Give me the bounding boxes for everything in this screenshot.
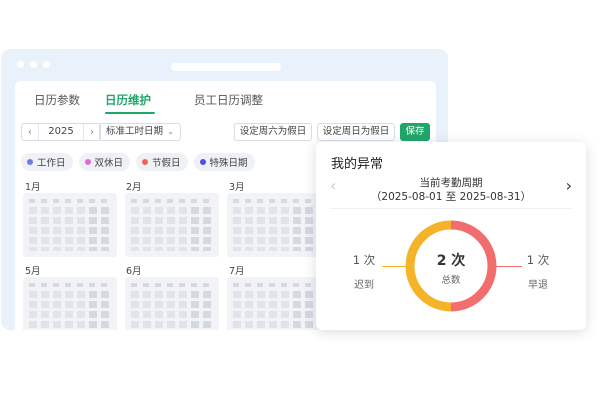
window-dot[interactable] [30, 61, 37, 68]
window-controls [17, 61, 50, 68]
window-dot[interactable] [43, 61, 50, 68]
legend-label: 特殊日期 [209, 158, 248, 169]
set-saturday-holiday-button[interactable]: 设定周六为假日 [234, 123, 312, 141]
save-button[interactable]: 保存 [400, 123, 430, 141]
chevron-down-icon: ⌄ [167, 127, 174, 136]
early-leave-count: 1 次 [526, 253, 550, 267]
day-type-legend: 工作日 双休日 节假日 特殊日期 [21, 153, 255, 171]
period-range: （2025-08-01 至 2025-08-31） [370, 191, 532, 203]
tab-employee-calendar[interactable]: 员工日历调整 [194, 92, 263, 108]
month-calendar-jul[interactable] [227, 277, 321, 330]
legend-dot [84, 159, 91, 165]
month-label-jul: 7月 [229, 266, 245, 277]
legend-special-date: 特殊日期 [193, 153, 255, 171]
month-calendar-mar[interactable] [227, 193, 321, 257]
chevron-right-icon[interactable]: › [84, 127, 100, 138]
month-calendar-may[interactable] [23, 277, 117, 330]
legend-dot [142, 159, 149, 165]
legend-label: 工作日 [37, 158, 66, 169]
legend-workday: 工作日 [21, 153, 73, 171]
my-abnormal-card: 我的异常 ‹ › 当前考勤周期 （2025-08-01 至 2025-08-31… [316, 142, 586, 330]
legend-dot [27, 159, 33, 165]
month-label-jun: 6月 [126, 266, 142, 277]
card-title: 我的异常 [331, 157, 384, 172]
late-stat: 1 次 迟到 [344, 252, 384, 291]
month-calendar-jan[interactable] [23, 193, 117, 257]
year-value[interactable]: 2025 [38, 124, 84, 140]
late-count: 1 次 [352, 253, 376, 267]
address-bar [171, 63, 281, 71]
month-label-mar: 3月 [229, 182, 245, 193]
early-leave-connector [496, 266, 522, 267]
legend-label: 节假日 [152, 158, 181, 169]
month-calendar-feb[interactable] [125, 193, 219, 257]
legend-dot [199, 159, 206, 165]
period-title: 当前考勤周期 [419, 177, 483, 189]
year-stepper: ‹ 2025 › [21, 123, 101, 141]
legend-weekend: 双休日 [78, 153, 131, 171]
tab-calendar-maintenance[interactable]: 日历维护 [105, 92, 151, 108]
chevron-left-icon[interactable]: ‹ [22, 127, 38, 138]
total-label: 总数 [441, 275, 461, 286]
set-sunday-holiday-button[interactable]: 设定周日为假日 [317, 123, 395, 141]
legend-label: 双休日 [94, 158, 124, 169]
early-leave-label: 早退 [528, 280, 548, 291]
window-dot[interactable] [17, 61, 24, 68]
late-label: 迟到 [354, 280, 374, 291]
active-tab-indicator [105, 112, 155, 114]
calendar-type-select[interactable]: 标准工时日期 ⌄ [99, 123, 181, 141]
legend-holiday: 节假日 [136, 153, 188, 171]
late-connector [382, 266, 406, 267]
month-label-may: 5月 [25, 266, 41, 277]
tab-calendar-params[interactable]: 日历参数 [34, 92, 80, 108]
tab-bar: 日历参数 日历维护 员工日历调整 [15, 81, 436, 115]
month-label-jan: 1月 [25, 182, 41, 193]
divider [330, 208, 572, 209]
calendar-type-value: 标准工时日期 [106, 126, 164, 137]
month-label-feb: 2月 [126, 182, 142, 193]
early-leave-stat: 1 次 早退 [518, 252, 558, 291]
total-count: 2 次 [436, 253, 466, 269]
month-calendar-jun[interactable] [125, 277, 219, 330]
